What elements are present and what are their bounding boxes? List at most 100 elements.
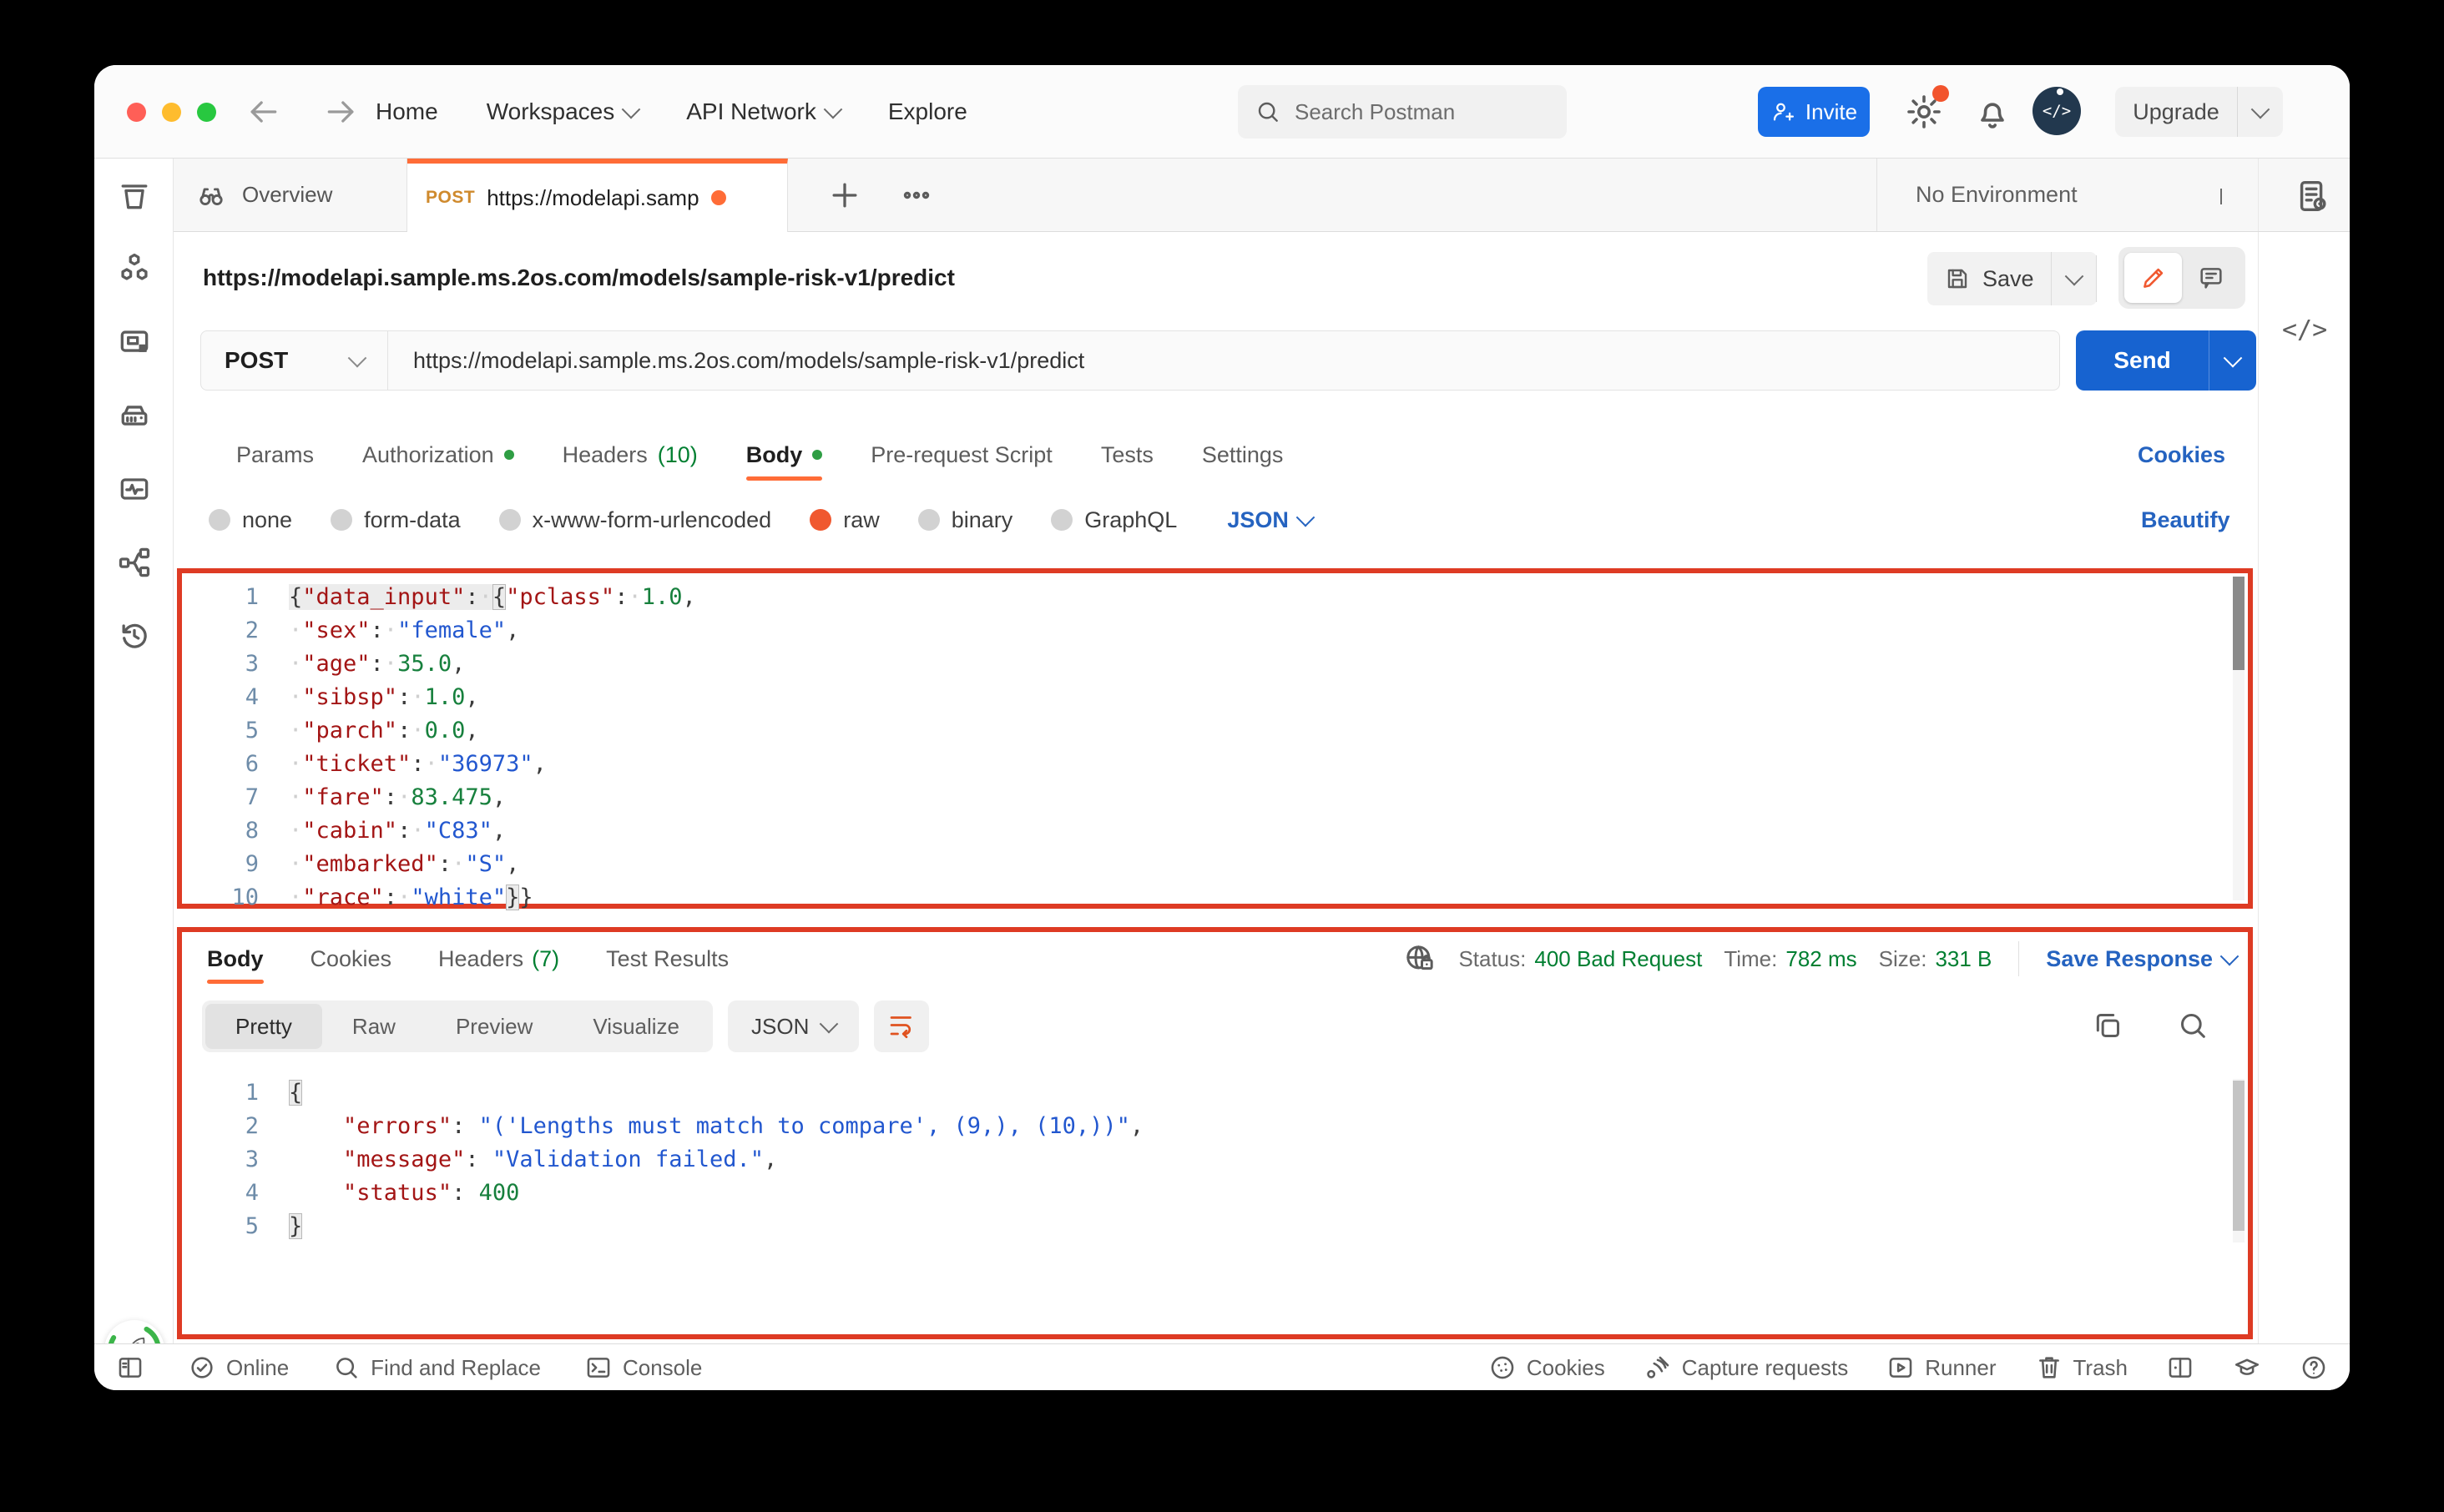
sidebar-item-collections[interactable] [94,159,174,232]
help-icon[interactable] [2300,1353,2328,1382]
method-select[interactable]: POST [201,331,388,390]
sidebar-item-apis[interactable] [94,232,174,305]
upgrade-dropdown[interactable] [2238,87,2283,137]
invite-button[interactable]: Invite [1758,87,1870,137]
body-mode-binary[interactable]: binary [918,507,1013,533]
runner-button[interactable]: Runner [1886,1353,1996,1382]
sidebar-item-flows[interactable] [94,526,174,599]
url-input[interactable]: https://modelapi.sample.ms.2os.com/model… [388,331,2059,390]
comment-button[interactable] [2182,253,2239,303]
save-button[interactable]: Save [1927,252,2051,305]
send-button[interactable]: Send [2076,330,2209,391]
status-badge[interactable]: Status:400 Bad Request [1458,946,1702,972]
find-and-replace[interactable]: Find and Replace [332,1353,541,1382]
save-response-button[interactable]: Save Response [2046,946,2236,972]
tab-overview[interactable]: Overview [174,159,407,231]
window-controls[interactable] [127,103,216,122]
nav-workspaces[interactable]: Workspaces [487,98,639,125]
avatar[interactable]: </> [2032,87,2081,135]
environment-selector[interactable]: No Environment [1916,159,2078,231]
nav-explore[interactable]: Explore [888,98,967,125]
view-raw[interactable]: Raw [322,1004,426,1049]
tab-headers[interactable]: Headers(10) [563,429,698,481]
capture-requests-button[interactable]: Capture requests [1644,1353,1848,1382]
response-tab-headers[interactable]: Headers(7) [438,932,559,985]
code-line: 4 "status": 400 [182,1176,2223,1209]
body-mode-none[interactable]: none [209,507,292,533]
body-mode-graphql[interactable]: GraphQL [1051,507,1177,533]
view-preview[interactable]: Preview [426,1004,563,1049]
code-line: 2 "errors": "('Lengths must match to com… [182,1109,2223,1142]
view-visualize[interactable]: Visualize [563,1004,709,1049]
code-snippet-icon[interactable]: </> [2282,315,2327,345]
scrollbar-thumb[interactable] [2233,1081,2245,1231]
tab-pre-request-script[interactable]: Pre-request Script [871,429,1053,481]
forward-icon[interactable] [323,93,360,130]
code-line: 5·"parch":·0.0, [182,713,2223,747]
tab-body[interactable]: Body [746,429,823,481]
edit-pencil-button[interactable] [2124,253,2182,303]
split-panel-icon[interactable] [2166,1353,2194,1382]
tab-params[interactable]: Params [236,429,314,481]
body-language-select[interactable]: JSON [1227,507,1312,533]
body-mode-x-www-form-urlencoded[interactable]: x-www-form-urlencoded [499,507,772,533]
beautify-link[interactable]: Beautify [2141,492,2230,547]
nav-home[interactable]: Home [376,98,438,125]
sidebar-item-environments[interactable] [94,305,174,379]
upgrade-button: Upgrade [2115,87,2283,137]
wrap-text-button[interactable] [874,1000,929,1052]
nav-api-network[interactable]: API Network [686,98,840,125]
upgrade-label[interactable]: Upgrade [2115,87,2237,137]
scrollbar-thumb[interactable] [2233,577,2245,670]
notifications-bell-icon[interactable] [1972,92,2012,132]
tab-settings[interactable]: Settings [1202,429,1284,481]
copy-icon[interactable] [2091,1009,2124,1042]
tab-authorization[interactable]: Authorization [362,429,514,481]
sidebar-item-monitors[interactable] [94,452,174,526]
response-section-tabs: Body Cookies Headers(7) Test Results [207,932,729,985]
edit-comment-toggle [2118,247,2245,309]
body-mode-form-data[interactable]: form-data [331,507,461,533]
body-mode-raw[interactable]: raw [810,507,880,533]
code-line: 8·"cabin":·"C83", [182,814,2223,847]
cookies-footer-button[interactable]: Cookies [1488,1353,1605,1382]
minimize-window-button[interactable] [162,103,181,122]
sidebar-item-history[interactable] [94,599,174,673]
size-badge[interactable]: Size:331 B [1879,946,1992,972]
cookies-link[interactable]: Cookies [2138,429,2225,481]
response-tab-cookies[interactable]: Cookies [311,932,392,985]
response-language-select[interactable]: JSON [728,1000,859,1052]
tab-request-active[interactable]: POST https://modelapi.samp [407,159,788,232]
time-badge[interactable]: Time:782 ms [1724,946,1856,972]
environment-quick-look-icon[interactable] [2294,177,2332,215]
back-icon[interactable] [245,93,281,130]
more-options-icon[interactable] [898,177,935,214]
new-tab-button[interactable] [826,177,863,214]
save-dropdown[interactable] [2051,252,2097,305]
chevron-down-icon[interactable] [2220,189,2222,204]
settings-gear-icon[interactable] [1904,92,1944,132]
close-window-button[interactable] [127,103,146,122]
console-button[interactable]: Console [584,1353,702,1382]
response-tab-body[interactable]: Body [207,932,264,985]
toggle-sidebar-icon[interactable] [116,1353,144,1382]
search-response-icon[interactable] [2176,1009,2209,1042]
search-icon [1255,98,1281,125]
network-info-icon[interactable] [1403,942,1437,975]
online-status[interactable]: Online [188,1353,289,1382]
response-actions [2091,1009,2209,1042]
send-dropdown[interactable] [2209,330,2256,391]
response-tab-test-results[interactable]: Test Results [606,932,729,985]
sidebar-item-mock-servers[interactable] [94,379,174,452]
search-input[interactable]: Search Postman [1238,85,1567,139]
tab-tests[interactable]: Tests [1101,429,1154,481]
divider [2096,255,2097,302]
training-cap-icon[interactable] [2233,1353,2261,1382]
request-body-editor[interactable]: 1{"data_input":·{"pclass":·1.0,2·"sex":·… [177,568,2253,909]
binoculars-icon [195,179,227,211]
code-line: 4·"sibsp":·1.0, [182,680,2223,713]
view-pretty[interactable]: Pretty [205,1004,322,1049]
trash-button[interactable]: Trash [2035,1353,2128,1382]
avatar-notch [2057,88,2063,95]
maximize-window-button[interactable] [197,103,216,122]
